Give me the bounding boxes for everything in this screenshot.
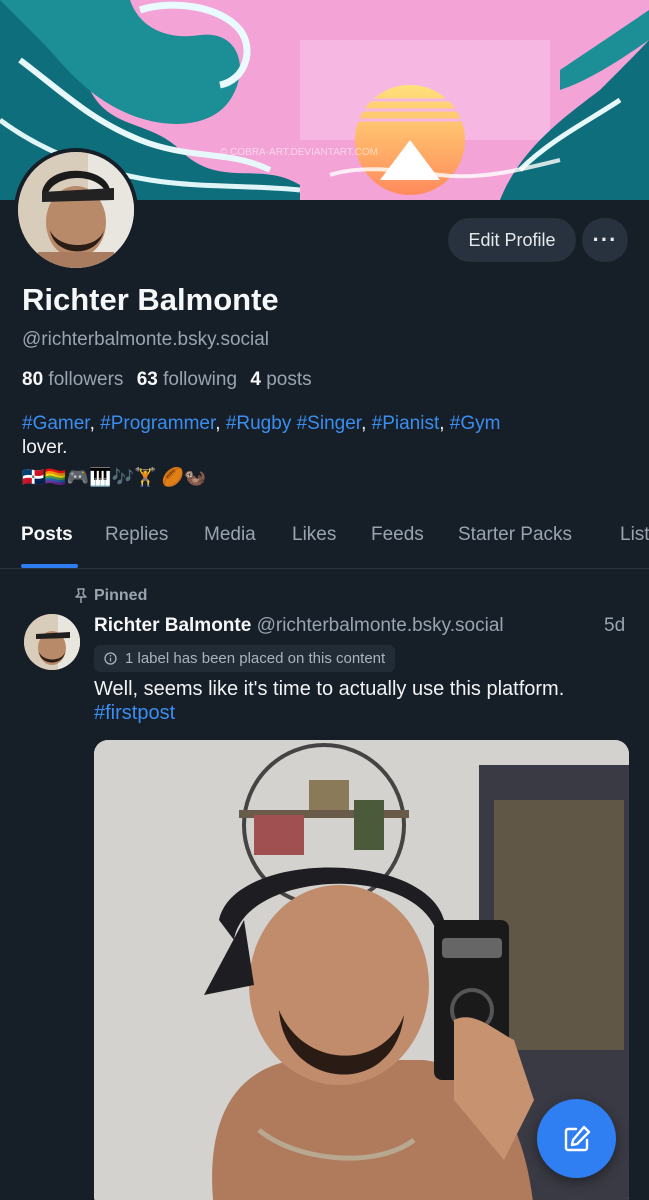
content-label-notice[interactable]: 1 label has been placed on this content (94, 645, 396, 672)
post-body: Well, seems like it's time to actually u… (94, 678, 565, 700)
active-tab-indicator (21, 564, 78, 568)
profile-avatar[interactable] (14, 148, 138, 272)
bio-suffix: lover. (22, 437, 68, 458)
posts-stat: 4 posts (250, 369, 311, 390)
followers-label: followers (48, 369, 124, 390)
tab-likes[interactable]: Likes (292, 524, 336, 546)
info-icon (104, 652, 117, 665)
tab-posts[interactable]: Posts (21, 524, 73, 546)
profile-page: © COBRA-ART.DEVIANTART.COM Edit Profile … (0, 0, 649, 1200)
post-timestamp[interactable]: 5d (604, 615, 625, 637)
tab-replies[interactable]: Replies (105, 524, 168, 546)
following-label: following (163, 369, 238, 390)
pinned-label: Pinned (94, 587, 148, 604)
post-author-name[interactable]: Richter Balmonte (94, 615, 251, 636)
bio-tag-programmer[interactable]: #Programmer (100, 413, 215, 434)
pin-icon (75, 588, 87, 603)
profile-tabs: Posts Replies Media Likes Feeds Starter … (0, 508, 649, 569)
profile-stats: 80 followers 63 following 4 posts (22, 369, 312, 391)
posts-label: posts (266, 369, 312, 390)
more-icon: ··· (592, 227, 618, 252)
tab-feeds[interactable]: Feeds (371, 524, 424, 546)
post-hashtag[interactable]: #firstpost (94, 702, 175, 724)
bio-tag-rugby[interactable]: #Rugby (226, 413, 292, 434)
post-text: Well, seems like it's time to actually u… (94, 677, 634, 725)
more-options-button[interactable]: ··· (582, 218, 628, 262)
profile-avatar-photo (18, 152, 134, 268)
post-author-handle[interactable]: @richterbalmonte.bsky.social (257, 615, 504, 636)
post-header: Richter Balmonte @richterbalmonte.bsky.s… (94, 615, 504, 637)
tab-lists[interactable]: Lists (620, 524, 649, 546)
following-count: 63 (136, 369, 158, 390)
post-avatar-photo (24, 614, 80, 670)
bio-tag-gym[interactable]: #Gym (450, 413, 501, 434)
followers-count: 80 (22, 369, 44, 390)
label-notice-text: 1 label has been placed on this content (125, 650, 386, 667)
banner-watermark: © COBRA-ART.DEVIANTART.COM (220, 147, 378, 158)
tab-media[interactable]: Media (204, 524, 256, 546)
profile-bio: #Gamer, #Programmer, #Rugby #Singer, #Pi… (22, 413, 501, 458)
bio-tag-gamer[interactable]: #Gamer (22, 413, 90, 434)
bio-tag-singer[interactable]: #Singer (297, 413, 361, 434)
bio-tag-pianist[interactable]: #Pianist (372, 413, 440, 434)
bio-emojis: 🇩🇴🏳️‍🌈🎮🎹🎶🏋️ 🏉🦦 (22, 467, 207, 487)
profile-handle: @richterbalmonte.bsky.social (22, 329, 270, 350)
edit-profile-button[interactable]: Edit Profile (448, 218, 576, 262)
followers-link[interactable]: 80 followers (22, 369, 123, 390)
pinned-indicator: Pinned (74, 587, 147, 605)
post-author-avatar[interactable] (24, 614, 80, 670)
display-name: Richter Balmonte (22, 282, 279, 317)
following-link[interactable]: 63 following (137, 369, 237, 390)
posts-count: 4 (250, 369, 261, 390)
tab-starter-packs[interactable]: Starter Packs (458, 524, 572, 546)
compose-icon (564, 1125, 590, 1151)
compose-post-button[interactable] (537, 1099, 616, 1178)
